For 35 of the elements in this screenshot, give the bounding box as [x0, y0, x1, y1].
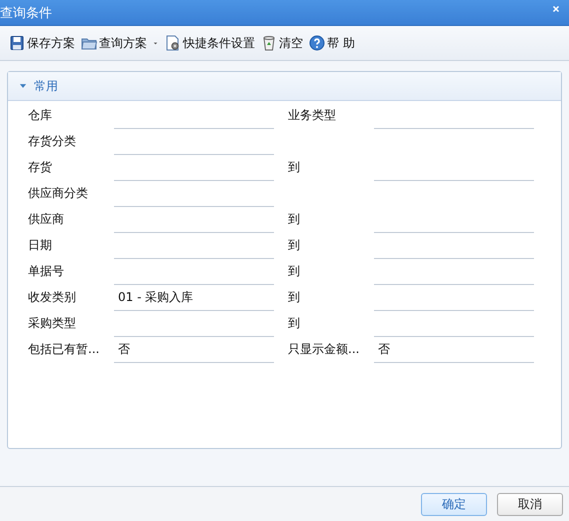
input-field[interactable]: 01 - 采购入库: [114, 287, 274, 311]
field-label: 到: [288, 315, 301, 331]
field-label: 到: [288, 289, 301, 305]
field-label: 只显示金额...: [288, 341, 360, 357]
toolbar-button[interactable]: 保存方案: [8, 32, 76, 54]
field-label: 到: [288, 211, 301, 227]
close-icon: [551, 4, 561, 14]
input-field[interactable]: 否: [114, 339, 274, 363]
field-label: 到: [288, 159, 301, 175]
input-field[interactable]: 否: [374, 339, 534, 363]
field-label: 仓库: [28, 107, 53, 123]
dialog-button[interactable]: 取消: [497, 492, 563, 516]
document-gear-icon: [165, 35, 181, 51]
field-label: 存货分类: [28, 133, 77, 149]
field-label: 收发类别: [28, 289, 77, 305]
toolbar-button[interactable]: 查询方案: [80, 32, 160, 54]
field-label: 到: [288, 263, 301, 279]
field-label: 存货: [28, 159, 53, 175]
caret-icon: [152, 40, 159, 46]
field-label: 单据号: [28, 263, 65, 279]
help-icon: [309, 35, 325, 51]
field-label: 供应商分类: [28, 185, 89, 201]
section-header[interactable]: 常用: [8, 72, 561, 101]
window-title: 查询条件: [0, 4, 52, 22]
field-label: 业务类型: [288, 107, 337, 123]
toolbar-button[interactable]: 清空: [260, 32, 304, 54]
ok-button[interactable]: 确定: [421, 492, 487, 516]
field-label: 采购类型: [28, 315, 77, 331]
field-label: 包括已有暂...: [28, 341, 100, 357]
recycle-bin-icon: [261, 35, 277, 51]
toolbar-button[interactable]: 快捷条件设置: [164, 32, 256, 54]
toolbar-button[interactable]: 帮 助: [308, 32, 356, 54]
field-label: 供应商: [28, 211, 65, 227]
field-label: 到: [288, 237, 301, 253]
field-label: 日期: [28, 237, 53, 253]
